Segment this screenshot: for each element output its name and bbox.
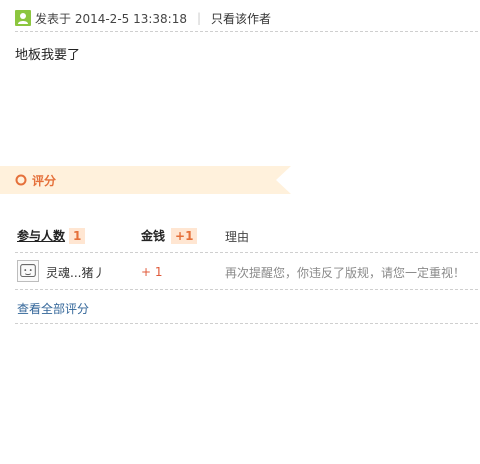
money-label: 金钱	[141, 229, 166, 243]
rating-table-header: 参与人数 1 金钱 +1 理由	[0, 227, 480, 247]
ring-icon	[15, 174, 27, 186]
rating-section-header: 评分	[0, 166, 291, 194]
participants-count-badge: 1	[69, 227, 86, 244]
rating-header-divider	[15, 252, 478, 253]
rating-reason-text: 再次提醒您，你违反了版规，请您一定重视！	[225, 266, 466, 280]
reason-header: 理由	[225, 230, 250, 244]
rating-row-divider	[15, 289, 478, 290]
money-total-badge: +1	[171, 227, 198, 244]
rating-money-value: + 1	[141, 265, 163, 279]
meta-divider: |	[197, 11, 202, 25]
rater-name[interactable]: 灵魂...猪丿	[46, 264, 105, 281]
author-only-link[interactable]: 只看该作者	[211, 10, 271, 27]
rating-section-title: 评分	[32, 174, 57, 188]
post-meta: 发表于 2014-2-5 13:38:18 | 只看该作者	[15, 6, 478, 30]
post-content: 地板我要了	[15, 48, 81, 63]
participants-header: 参与人数 1	[17, 227, 86, 244]
meta-divider-line	[15, 31, 478, 32]
rating-row: 灵魂...猪丿 + 1 再次提醒您，你违反了版规，请您一定重视！	[0, 258, 480, 284]
rating-footer-divider	[15, 323, 478, 324]
money-header: 金钱 +1	[141, 227, 198, 244]
view-all-ratings-link[interactable]: 查看全部评分	[17, 300, 89, 317]
post-date: 发表于 2014-2-5 13:38:18	[35, 11, 187, 26]
user-online-icon	[15, 10, 31, 26]
participants-label[interactable]: 参与人数	[17, 227, 65, 244]
avatar[interactable]	[17, 260, 39, 282]
